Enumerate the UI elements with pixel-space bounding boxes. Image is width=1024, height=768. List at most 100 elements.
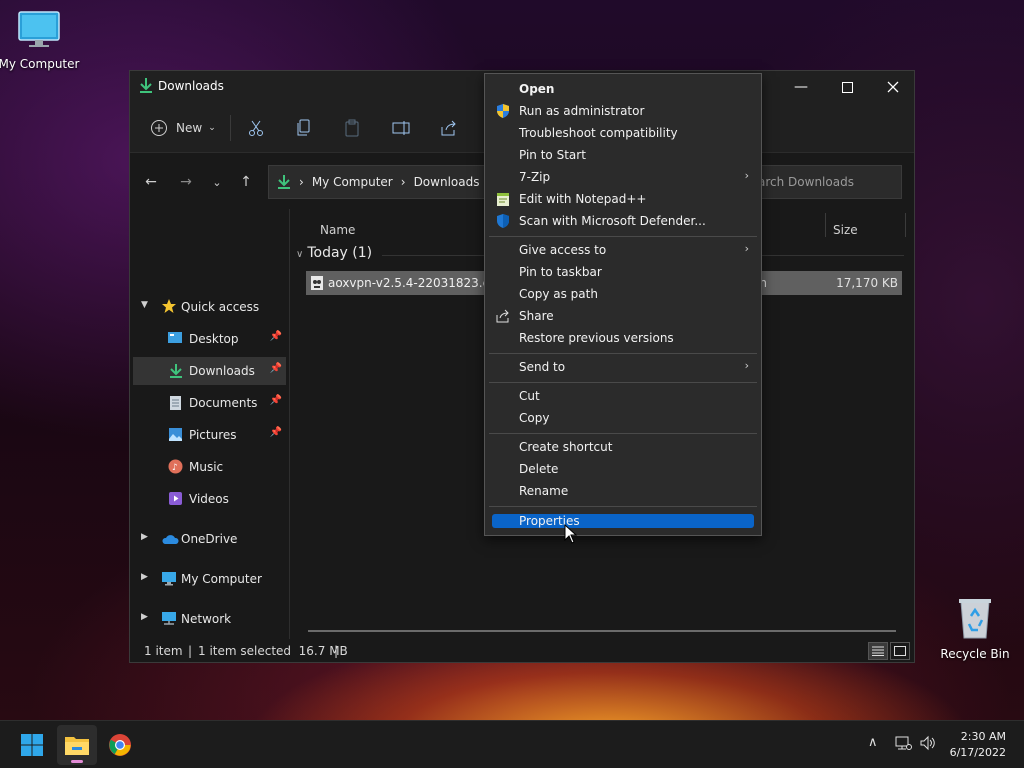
menu-item-label: Edit with Notepad++ [519,192,647,206]
horizontal-scrollbar[interactable] [308,630,896,632]
nav-network[interactable]: ▶ Network [133,605,286,633]
taskbar-file-explorer[interactable] [57,725,97,765]
nav-item-music[interactable]: ♪ Music [133,453,286,481]
nav-label: Pictures [189,428,237,442]
menu-item-rename[interactable]: Rename [489,480,757,502]
pin-icon[interactable]: 📌 [270,427,282,438]
group-header-label: Today (1) [307,245,373,261]
back-button[interactable]: ← [140,171,162,193]
breadcrumb-downloads[interactable]: Downloads [414,175,480,189]
system-clock[interactable]: 2:30 AM 6/17/2022 [950,729,1006,761]
column-separator[interactable] [905,213,906,237]
mouse-cursor-icon [564,523,578,547]
breadcrumb-separator: › [299,175,304,189]
recent-locations-button[interactable]: ⌄ [206,171,228,193]
chevron-right-icon: ▶ [141,572,148,582]
copy-button[interactable] [296,115,312,141]
nav-item-pictures[interactable]: Pictures 📌 [133,421,286,449]
menu-item-copy-as-path[interactable]: Copy as path [489,283,757,305]
context-menu: Open Run as administrator Troubleshoot c… [484,73,762,536]
desktop-icon-recycle-bin[interactable]: Recycle Bin [934,596,1016,661]
plus-circle-icon [151,120,167,136]
desktop-icon-label: Recycle Bin [940,647,1010,661]
nav-quick-access[interactable]: ▼ Quick access [133,293,286,321]
nav-onedrive[interactable]: ▶ OneDrive [133,525,286,553]
nav-item-videos[interactable]: Videos [133,485,286,513]
menu-item-troubleshoot-compatibility[interactable]: Troubleshoot compatibility [489,122,757,144]
uac-shield-icon [495,103,511,122]
nav-my-computer[interactable]: ▶ My Computer [133,565,286,593]
cut-button[interactable] [248,115,264,141]
nav-item-downloads[interactable]: Downloads 📌 [133,357,286,385]
taskbar: ∧ 2:30 AM 6/17/2022 [0,720,1024,768]
search-input[interactable]: Search Downloads [760,165,902,199]
share-button[interactable] [440,115,458,141]
breadcrumb-my-computer[interactable]: My Computer [312,175,393,189]
minimize-button[interactable]: — [778,71,824,103]
menu-item-pin-to-start[interactable]: Pin to Start [489,144,757,166]
menu-item-scan-with-defender[interactable]: Scan with Microsoft Defender... [489,210,757,232]
menu-item-share[interactable]: Share [489,305,757,327]
pin-icon[interactable]: 📌 [270,331,282,342]
menu-item-edit-with-notepad-plus-plus[interactable]: Edit with Notepad++ [489,188,757,210]
menu-item-restore-previous-versions[interactable]: Restore previous versions [489,327,757,349]
menu-item-give-access-to[interactable]: Give access to › [489,239,757,261]
menu-item-copy[interactable]: Copy [489,407,757,429]
menu-item-send-to[interactable]: Send to › [489,356,757,378]
tiles-view-button[interactable] [890,642,910,660]
window-title: Downloads [158,79,224,93]
close-button[interactable] [870,71,916,103]
column-separator[interactable] [825,213,826,237]
menu-item-create-shortcut[interactable]: Create shortcut [489,436,757,458]
tiles-view-icon [894,646,906,656]
column-header-size[interactable]: Size [833,223,858,237]
status-divider: | [188,644,193,658]
nav-label: Quick access [181,300,260,314]
nav-label: Documents [189,396,258,410]
maximize-button[interactable] [824,71,870,103]
details-view-button[interactable] [868,642,888,660]
downloads-icon [138,77,154,98]
show-hidden-icons-chevron-icon[interactable]: ∧ [868,735,878,750]
menu-item-7zip[interactable]: 7-Zip › [489,166,757,188]
nav-item-desktop[interactable]: Desktop 📌 [133,325,286,353]
menu-item-properties[interactable]: Properties [492,514,754,528]
picture-icon [168,427,183,445]
menu-item-open[interactable]: Open [489,78,757,100]
menu-separator [489,506,757,507]
status-selection: 1 item selected 16.7 MB [198,644,348,658]
new-button[interactable]: New ⌄ [150,115,216,141]
rename-button[interactable] [392,115,410,141]
group-header[interactable]: ∨ Today (1) [296,245,372,261]
recycle-bin-icon [955,596,995,643]
nav-label: Music [189,460,224,474]
address-bar[interactable]: › My Computer › Downloads [268,165,498,199]
start-button[interactable] [12,725,52,765]
pin-icon[interactable]: 📌 [270,395,282,406]
nav-item-documents[interactable]: Documents 📌 [133,389,286,417]
menu-separator [489,382,757,383]
menu-item-label: Cut [519,389,540,403]
clock-time: 2:30 AM [960,730,1006,743]
forward-button[interactable]: → [175,171,197,193]
column-header-name[interactable]: Name [320,223,355,237]
menu-item-delete[interactable]: Delete [489,458,757,480]
taskbar-chrome[interactable] [100,725,140,765]
menu-item-label: Create shortcut [519,440,613,454]
network-status-icon[interactable] [894,735,912,755]
paste-button[interactable] [344,115,360,141]
chevron-right-icon: ▶ [141,612,148,622]
pin-icon[interactable]: 📌 [270,363,282,374]
status-bar: 1 item | 1 item selected 16.7 MB | [130,639,914,663]
up-button[interactable]: ↑ [235,171,257,193]
network-icon [161,611,177,629]
desktop-icon-my-computer[interactable]: My Computer [0,10,84,71]
monitor-icon [0,10,84,53]
menu-item-label: Scan with Microsoft Defender... [519,214,706,228]
menu-item-pin-to-taskbar[interactable]: Pin to taskbar [489,261,757,283]
clock-date: 6/17/2022 [949,746,1006,759]
volume-icon[interactable] [919,735,937,755]
menu-item-run-as-administrator[interactable]: Run as administrator [489,100,757,122]
menu-item-cut[interactable]: Cut [489,385,757,407]
menu-separator [489,353,757,354]
